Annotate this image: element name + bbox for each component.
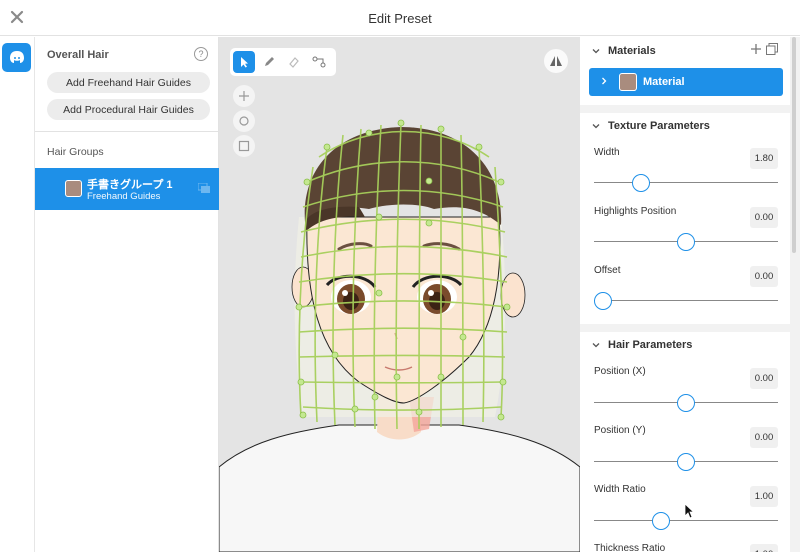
add-procedural-hair-guides-button[interactable]: Add Procedural Hair Guides [47,99,210,120]
brush-icon [265,57,274,66]
icon-rail [0,37,35,552]
texture-parameters-section: Texture Parameters Width 1.80 Highlights… [580,113,790,324]
offset-slider[interactable] [594,292,778,310]
scrollbar[interactable] [792,37,796,253]
mouse-pointer-icon [684,503,694,519]
path-tool[interactable] [308,51,330,73]
hair-parameters-heading: Hair Parameters [608,339,693,351]
hair-panel: Overall Hair ? Add Freehand Hair Guides … [35,37,219,552]
duplicate-material-icon[interactable] [766,43,778,55]
3d-viewport[interactable] [219,37,580,552]
position-x-value-field[interactable]: 0.00 [750,368,778,389]
materials-header[interactable]: Materials [592,45,656,57]
select-icon [241,57,248,68]
window-title: Edit Preset [368,11,432,26]
slider-track [594,300,778,301]
offset-value-field[interactable]: 0.00 [750,266,778,287]
slider-track [594,182,778,183]
scale-tool[interactable] [233,135,255,157]
hair-parameters-header[interactable]: Hair Parameters [592,339,692,351]
layers-icon[interactable] [198,183,210,193]
slider-thumb[interactable] [677,394,695,412]
mirror-icon [550,56,562,66]
hair-icon [9,50,24,63]
add-material-icon[interactable] [750,43,762,55]
position-y-slider[interactable] [594,453,778,471]
rotate-icon [239,116,249,126]
eraser-icon [289,57,299,68]
hair-group-name: 手書きグループ 1 [87,179,173,191]
tool-bar [230,48,336,76]
thickness-ratio-value-field[interactable]: 1.00 [750,544,778,552]
param-label: Position (X) [594,366,646,377]
slider-thumb[interactable] [652,512,671,530]
width-value-field[interactable]: 1.80 [750,148,778,169]
hair-group-item[interactable]: 手書きグループ 1 Freehand Guides [35,168,219,210]
slider-thumb[interactable] [594,292,612,310]
brush-tool[interactable] [258,51,280,73]
param-label: Width Ratio [594,484,646,495]
hair-group-type: Freehand Guides [87,191,161,202]
title-bar: Edit Preset [0,0,800,36]
hair-groups-heading: Hair Groups [47,146,104,158]
move-tool[interactable] [233,85,255,107]
width-slider[interactable] [594,174,778,192]
width-ratio-value-field[interactable]: 1.00 [750,486,778,507]
divider [35,131,219,132]
move-icon [239,91,249,101]
avatar-preview[interactable] [219,37,580,552]
param-label: Position (Y) [594,425,646,436]
highlights-position-slider[interactable] [594,233,778,251]
slider-thumb[interactable] [632,174,651,192]
position-x-slider[interactable] [594,394,778,412]
texture-parameters-header[interactable]: Texture Parameters [592,120,710,132]
chevron-down-icon [592,343,600,348]
select-tool[interactable] [233,51,255,73]
material-label: Material [643,76,685,88]
material-item[interactable]: Material [589,68,783,96]
highlights-position-value-field[interactable]: 0.00 [750,207,778,228]
help-icon[interactable]: ? [194,47,208,61]
chevron-down-icon [592,124,600,129]
eraser-tool[interactable] [283,51,305,73]
properties-panel: Materials Material Texture Parameters Wi… [580,37,800,552]
param-label: Highlights Position [594,206,677,217]
param-label: Offset [594,265,621,276]
slider-track [594,520,778,521]
add-freehand-hair-guides-button[interactable]: Add Freehand Hair Guides [47,72,210,93]
material-swatch [619,73,637,91]
mirror-toggle[interactable] [544,49,568,73]
chevron-down-icon [592,49,600,54]
hair-tab-button[interactable] [2,43,31,72]
texture-parameters-heading: Texture Parameters [608,120,710,132]
param-label: Thickness Ratio [594,543,666,552]
color-swatch [65,180,82,197]
path-icon [312,56,326,68]
rotate-tool[interactable] [233,110,255,132]
materials-section: Materials Material [580,37,790,105]
overall-hair-heading: Overall Hair [47,49,109,61]
hair-parameters-section: Hair Parameters Position (X) 0.00 Positi… [580,332,790,552]
slider-thumb[interactable] [677,233,695,251]
position-y-value-field[interactable]: 0.00 [750,427,778,448]
slider-thumb[interactable] [677,453,695,471]
materials-heading: Materials [608,45,656,57]
scale-icon [238,140,250,152]
param-label: Width [594,147,620,158]
chevron-right-icon [602,77,607,85]
